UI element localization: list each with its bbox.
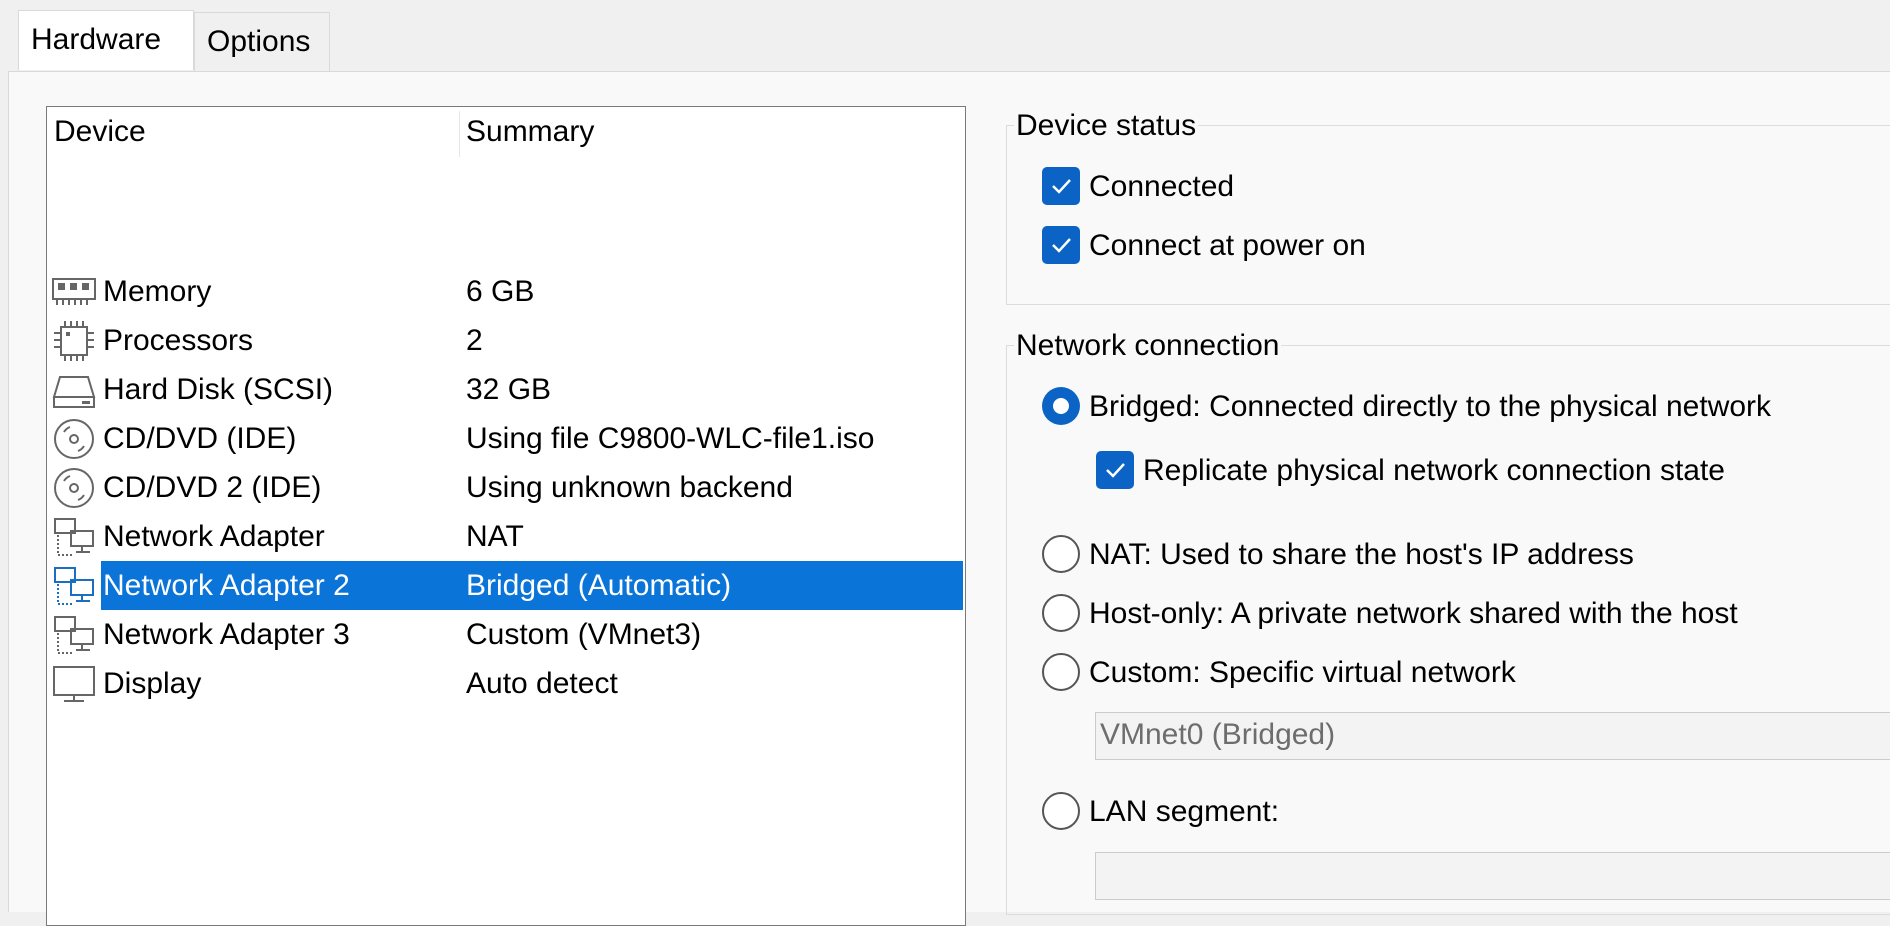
radio-unselected[interactable] bbox=[1042, 653, 1080, 691]
checkmark-icon bbox=[1052, 238, 1071, 253]
replicate-state-label: Replicate physical network connection st… bbox=[1143, 454, 1725, 487]
device-name: Network Adapter bbox=[103, 520, 325, 553]
device-row-network-adapter-2[interactable]: Network Adapter 2 Bridged (Automatic) bbox=[47, 561, 963, 610]
device-status-group bbox=[1006, 125, 1890, 305]
device-summary: Auto detect bbox=[466, 667, 618, 700]
column-header-device[interactable]: Device bbox=[54, 107, 146, 157]
device-row-network-adapter[interactable]: Network Adapter NAT bbox=[47, 512, 963, 561]
radio-unselected[interactable] bbox=[1042, 594, 1080, 632]
device-summary: Custom (VMnet3) bbox=[466, 618, 702, 651]
cd-dvd-icon bbox=[54, 419, 94, 459]
network-adapter-icon bbox=[54, 518, 94, 556]
processor-icon bbox=[54, 321, 94, 361]
device-row-network-adapter-3[interactable]: Network Adapter 3 Custom (VMnet3) bbox=[47, 610, 963, 659]
device-row-hard-disk[interactable]: Hard Disk (SCSI) 32 GB bbox=[47, 365, 963, 414]
network-connection-title: Network connection bbox=[1014, 328, 1282, 364]
device-status-title: Device status bbox=[1014, 108, 1199, 144]
column-header-summary[interactable]: Summary bbox=[466, 107, 594, 157]
tab-bar: Hardware Options bbox=[0, 0, 1890, 72]
network-adapter-icon bbox=[54, 616, 94, 654]
device-row-display[interactable]: Display Auto detect bbox=[47, 659, 963, 708]
checkbox-checked[interactable] bbox=[1096, 451, 1134, 489]
device-summary: 32 GB bbox=[466, 373, 552, 406]
display-icon bbox=[53, 666, 95, 702]
network-adapter-icon bbox=[54, 567, 94, 605]
checkbox-checked[interactable] bbox=[1042, 167, 1080, 205]
device-summary: Using file C9800-WLC-file1.iso bbox=[466, 422, 875, 455]
device-row-cd-dvd-2[interactable]: CD/DVD 2 (IDE) Using unknown backend bbox=[47, 463, 963, 512]
device-summary: Bridged (Automatic) bbox=[466, 569, 732, 602]
device-list-header: Device Summary bbox=[47, 107, 965, 157]
device-name: CD/DVD (IDE) bbox=[103, 422, 297, 455]
radio-selected[interactable] bbox=[1042, 387, 1080, 425]
tab-options[interactable]: Options bbox=[194, 12, 330, 72]
column-separator[interactable] bbox=[459, 111, 460, 157]
connect-at-power-on-label: Connect at power on bbox=[1089, 229, 1366, 262]
hard-disk-icon bbox=[52, 376, 96, 408]
tab-hardware[interactable]: Hardware bbox=[18, 10, 194, 70]
device-list[interactable]: Device Summary Memory 6 GB Processors 2 … bbox=[46, 106, 966, 926]
radio-unselected[interactable] bbox=[1042, 535, 1080, 573]
connected-label: Connected bbox=[1089, 170, 1235, 203]
device-name: Network Adapter 3 bbox=[103, 618, 350, 651]
checkmark-icon bbox=[1052, 179, 1071, 194]
device-summary: 6 GB bbox=[466, 275, 535, 308]
custom-network-value: VMnet0 (Bridged) bbox=[1100, 718, 1336, 751]
radio-unselected[interactable] bbox=[1042, 792, 1080, 830]
device-name: CD/DVD 2 (IDE) bbox=[103, 471, 322, 504]
memory-icon bbox=[52, 278, 96, 305]
lan-segment-label: LAN segment: bbox=[1089, 795, 1280, 828]
device-row-cd-dvd[interactable]: CD/DVD (IDE) Using file C9800-WLC-file1.… bbox=[47, 414, 963, 463]
device-name: Hard Disk (SCSI) bbox=[103, 373, 334, 406]
cd-dvd-icon bbox=[54, 468, 94, 508]
nat-label: NAT: Used to share the host's IP address bbox=[1089, 538, 1634, 571]
custom-label: Custom: Specific virtual network bbox=[1089, 656, 1516, 689]
device-summary: Using unknown backend bbox=[466, 471, 793, 504]
device-name: Network Adapter 2 bbox=[103, 569, 350, 602]
device-summary: NAT bbox=[466, 520, 524, 553]
checkmark-icon bbox=[1106, 463, 1125, 478]
device-row-processors[interactable]: Processors 2 bbox=[47, 316, 963, 365]
lan-segment-dropdown[interactable] bbox=[1095, 852, 1890, 900]
device-name: Processors bbox=[103, 324, 254, 357]
host-only-label: Host-only: A private network shared with… bbox=[1089, 597, 1738, 630]
custom-network-dropdown[interactable]: VMnet0 (Bridged) bbox=[1095, 712, 1890, 760]
checkbox-checked[interactable] bbox=[1042, 226, 1080, 264]
device-row-memory[interactable]: Memory 6 GB bbox=[47, 267, 963, 316]
device-name: Memory bbox=[103, 275, 212, 308]
device-name: Display bbox=[103, 667, 202, 700]
bridged-label: Bridged: Connected directly to the physi… bbox=[1089, 390, 1772, 423]
device-summary: 2 bbox=[466, 324, 483, 357]
